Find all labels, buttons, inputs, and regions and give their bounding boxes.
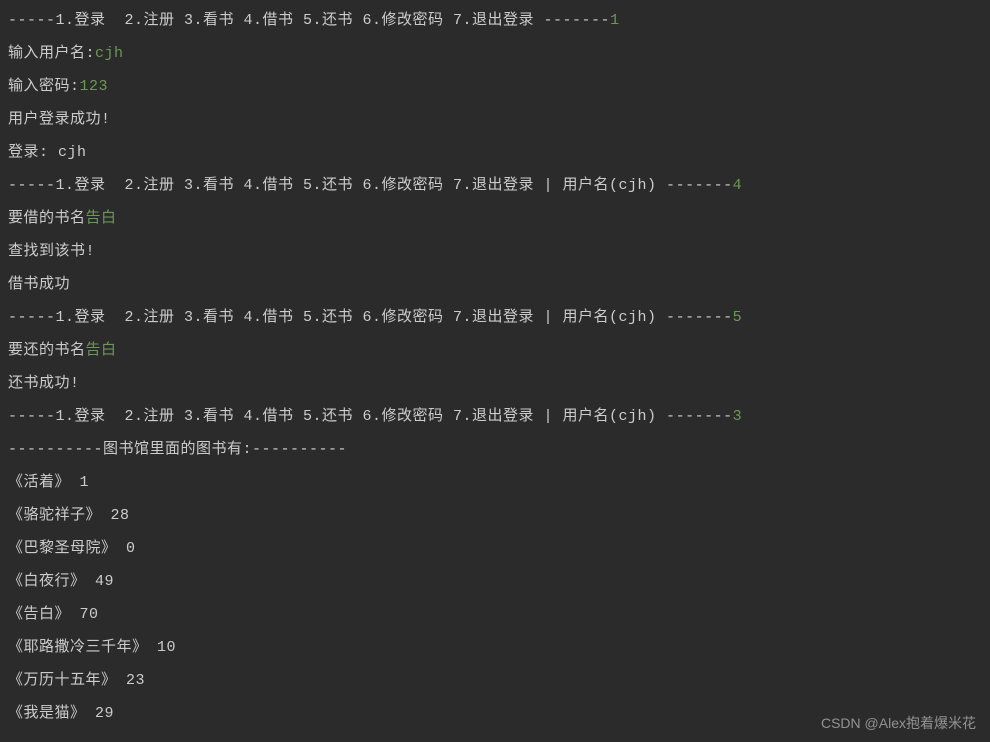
menu-line-3: -----1.登录 2.注册 3.看书 4.借书 5.还书 6.修改密码 7.退… <box>8 301 982 334</box>
borrow-prompt: 要借的书名 <box>8 210 86 227</box>
menu-prefix: ----- <box>8 309 56 326</box>
menu-choice[interactable]: 1 <box>610 12 620 29</box>
menu-text: 1.登录 2.注册 3.看书 4.借书 5.还书 6.修改密码 7.退出登录 |… <box>56 408 733 425</box>
library-header-line: ----------图书馆里面的图书有:---------- <box>8 433 982 466</box>
book-list-item: 《骆驼祥子》 28 <box>8 499 982 532</box>
password-prompt-line: 输入密码:123 <box>8 70 982 103</box>
book-list-item: 《告白》 70 <box>8 598 982 631</box>
borrow-success-line: 借书成功 <box>8 268 982 301</box>
menu-prefix: ----- <box>8 12 56 29</box>
menu-text: 1.登录 2.注册 3.看书 4.借书 5.还书 6.修改密码 7.退出登录 |… <box>56 309 733 326</box>
book-list-item: 《耶路撒冷三千年》 10 <box>8 631 982 664</box>
menu-text: 1.登录 2.注册 3.看书 4.借书 5.还书 6.修改密码 7.退出登录 |… <box>56 177 733 194</box>
borrow-book-input[interactable]: 告白 <box>86 210 117 227</box>
watermark: CSDN @Alex抱着爆米花 <box>821 716 976 730</box>
menu-line-1: -----1.登录 2.注册 3.看书 4.借书 5.还书 6.修改密码 7.退… <box>8 4 982 37</box>
return-prompt: 要还的书名 <box>8 342 86 359</box>
logged-in-line: 登录: cjh <box>8 136 982 169</box>
book-list-item: 《万历十五年》 23 <box>8 664 982 697</box>
password-input[interactable]: 123 <box>80 78 109 95</box>
terminal-output: -----1.登录 2.注册 3.看书 4.借书 5.还书 6.修改密码 7.退… <box>8 4 982 730</box>
book-list-item: 《活着》 1 <box>8 466 982 499</box>
menu-choice[interactable]: 5 <box>733 309 743 326</box>
menu-text: 1.登录 2.注册 3.看书 4.借书 5.还书 6.修改密码 7.退出登录 -… <box>56 12 611 29</box>
menu-choice[interactable]: 3 <box>733 408 743 425</box>
username-input[interactable]: cjh <box>95 45 124 62</box>
return-prompt-line: 要还的书名告白 <box>8 334 982 367</box>
book-list-item: 《白夜行》 49 <box>8 565 982 598</box>
borrow-prompt-line: 要借的书名告白 <box>8 202 982 235</box>
menu-prefix: ----- <box>8 408 56 425</box>
book-list-item: 《巴黎圣母院》 0 <box>8 532 982 565</box>
username-prompt: 输入用户名: <box>8 45 95 62</box>
menu-line-4: -----1.登录 2.注册 3.看书 4.借书 5.还书 6.修改密码 7.退… <box>8 400 982 433</box>
return-book-input[interactable]: 告白 <box>86 342 117 359</box>
login-success-line: 用户登录成功! <box>8 103 982 136</box>
menu-choice[interactable]: 4 <box>733 177 743 194</box>
menu-line-2: -----1.登录 2.注册 3.看书 4.借书 5.还书 6.修改密码 7.退… <box>8 169 982 202</box>
username-prompt-line: 输入用户名:cjh <box>8 37 982 70</box>
menu-prefix: ----- <box>8 177 56 194</box>
password-prompt: 输入密码: <box>8 78 80 95</box>
return-success-line: 还书成功! <box>8 367 982 400</box>
book-found-line: 查找到该书! <box>8 235 982 268</box>
